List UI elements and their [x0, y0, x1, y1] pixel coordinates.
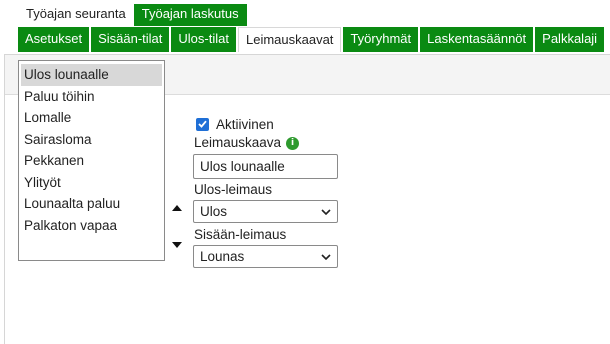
sub-tab-bar: Asetukset Sisään-tilat Ulos-tilat Leimau… — [18, 27, 606, 52]
list-item[interactable]: Pekkanen — [21, 150, 162, 172]
list-item[interactable]: Ylityöt — [21, 172, 162, 194]
tab-tyoajan-seuranta[interactable]: Työajan seuranta — [18, 4, 134, 26]
in-select-value: Lounas — [200, 249, 245, 264]
active-label: Aktiivinen — [216, 116, 274, 132]
list-item[interactable]: Paluu töihin — [21, 86, 162, 108]
list-item[interactable]: Lomalle — [21, 107, 162, 129]
leimauskaava-list[interactable]: Ulos lounaalle Paluu töihin Lomalle Sair… — [18, 60, 165, 261]
active-row: Aktiivinen — [193, 115, 338, 133]
top-tab-bar: Työajan seuranta Työajan laskutus — [18, 4, 247, 26]
checkmark-icon — [198, 120, 207, 128]
list-item[interactable]: Palkaton vapaa — [21, 215, 162, 237]
tab-tyoajan-laskutus[interactable]: Työajan laskutus — [133, 4, 247, 26]
out-select-value: Ulos — [200, 204, 228, 219]
triangle-up-icon — [172, 205, 182, 211]
form-fields: Aktiivinen Leimauskaava i Ulos-leimaus U… — [193, 115, 338, 268]
move-up-button[interactable] — [171, 202, 183, 214]
in-field-label: Sisään-leimaus — [194, 227, 287, 242]
out-field-label: Ulos-leimaus — [194, 182, 273, 197]
chevron-down-icon — [321, 253, 331, 260]
triangle-down-icon — [172, 242, 182, 248]
out-select[interactable]: Ulos — [193, 200, 338, 223]
list-item[interactable]: Sairasloma — [21, 129, 162, 151]
tab-sisaan-tilat[interactable]: Sisään-tilat — [91, 27, 170, 52]
move-down-button[interactable] — [171, 239, 183, 251]
list-item-selected[interactable]: Ulos lounaalle — [21, 64, 162, 86]
tab-asetukset[interactable]: Asetukset — [18, 27, 90, 52]
tab-laskentasaannot[interactable]: Laskentasäännöt — [420, 27, 534, 52]
tab-palkkalaji[interactable]: Palkkalaji — [535, 27, 605, 52]
tab-tyoryhmat[interactable]: Työryhmät — [343, 27, 419, 52]
info-icon[interactable]: i — [286, 136, 300, 150]
chevron-down-icon — [321, 208, 331, 215]
name-label-text: Leimauskaava — [194, 135, 282, 150]
active-checkbox[interactable] — [196, 117, 209, 131]
tab-ulos-tilat[interactable]: Ulos-tilat — [171, 27, 236, 52]
in-select[interactable]: Lounas — [193, 245, 338, 268]
name-field-label: Leimauskaava i — [194, 134, 338, 152]
tab-leimauskaavat[interactable]: Leimauskaavat — [237, 27, 342, 52]
name-input[interactable] — [193, 154, 338, 179]
list-item[interactable]: Lounaalta paluu — [21, 193, 162, 215]
